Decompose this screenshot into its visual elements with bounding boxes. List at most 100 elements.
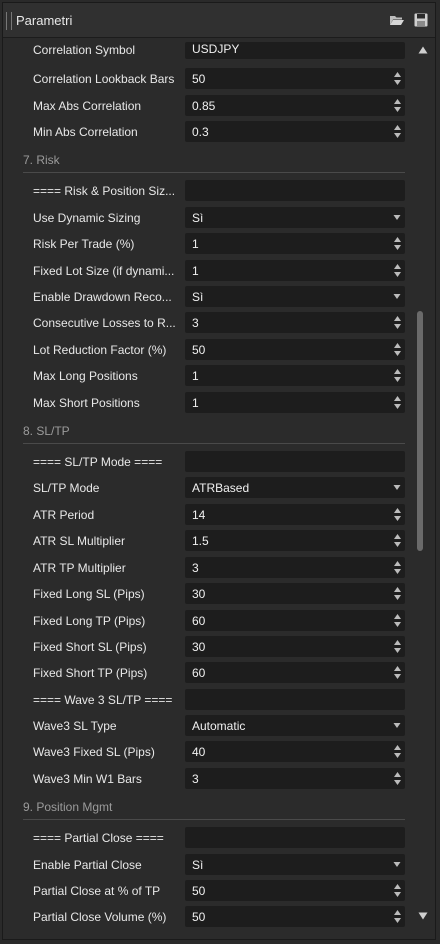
row-wave3-header: ==== Wave 3 SL/TP ==== bbox=[3, 687, 411, 713]
spinner-arrows-icon[interactable] bbox=[393, 368, 402, 383]
input-partial-header[interactable] bbox=[185, 827, 405, 848]
select-enable-partial[interactable]: Sì bbox=[185, 854, 405, 875]
label-wave3-fixed-sl: Wave3 Fixed SL (Pips) bbox=[33, 745, 155, 759]
spinner-arrows-icon[interactable] bbox=[393, 263, 402, 278]
spinner-arrows-icon[interactable] bbox=[393, 771, 402, 786]
spinner-arrows-icon[interactable] bbox=[393, 98, 402, 113]
select-wave3-sl-type[interactable]: Automatic bbox=[185, 715, 405, 736]
row-max-long: Max Long Positions 1 bbox=[3, 363, 411, 389]
value-wave3-min-w1: 3 bbox=[192, 772, 199, 786]
input-fixed-short-tp[interactable]: 60 bbox=[185, 662, 405, 683]
label-partial-at-tp: Partial Close at % of TP bbox=[33, 884, 161, 898]
label-use-dynamic-sizing: Use Dynamic Sizing bbox=[33, 211, 141, 225]
spinner-arrows-icon[interactable] bbox=[393, 560, 402, 575]
input-wave3-fixed-sl[interactable]: 40 bbox=[185, 741, 405, 762]
input-correlation-symbol[interactable]: USDJPY bbox=[185, 42, 405, 59]
value-max-long: 1 bbox=[192, 369, 199, 383]
input-max-short[interactable]: 1 bbox=[185, 392, 405, 413]
dropdown-arrow-icon[interactable] bbox=[393, 292, 401, 300]
spinner-arrows-icon[interactable] bbox=[393, 315, 402, 330]
label-fixed-short-sl: Fixed Short SL (Pips) bbox=[33, 640, 147, 654]
spinner-arrows-icon[interactable] bbox=[393, 744, 402, 759]
value-atr-tp-multiplier: 3 bbox=[192, 561, 199, 575]
label-wave3-min-w1: Wave3 Min W1 Bars bbox=[33, 772, 142, 786]
input-fixed-short-sl[interactable]: 30 bbox=[185, 636, 405, 657]
section-risk[interactable]: 7. Risk bbox=[23, 146, 405, 173]
row-risk-per-trade: Risk Per Trade (%) 1 bbox=[3, 231, 411, 257]
input-correlation-lookback[interactable]: 50 bbox=[185, 68, 405, 89]
label-fixed-short-tp: Fixed Short TP (Pips) bbox=[33, 666, 148, 680]
spinner-arrows-icon[interactable] bbox=[393, 236, 402, 251]
input-sltp-header[interactable] bbox=[185, 451, 405, 472]
label-partial-volume: Partial Close Volume (%) bbox=[33, 910, 167, 924]
input-lot-reduction[interactable]: 50 bbox=[185, 339, 405, 360]
input-wave3-header[interactable] bbox=[185, 689, 405, 710]
input-wave3-min-w1[interactable]: 3 bbox=[185, 768, 405, 789]
value-wave3-sl-type: Automatic bbox=[192, 719, 246, 733]
scroll-up-arrow-icon[interactable] bbox=[418, 45, 428, 55]
section-position-mgmt[interactable]: 9. Position Mgmt bbox=[23, 793, 405, 820]
input-risk-per-trade[interactable]: 1 bbox=[185, 233, 405, 254]
dropdown-arrow-icon[interactable] bbox=[393, 860, 401, 868]
scrollbar-thumb[interactable] bbox=[417, 311, 423, 551]
label-wave3-sl-type: Wave3 SL Type bbox=[33, 719, 117, 733]
input-risk-header[interactable] bbox=[185, 180, 405, 201]
spinner-arrows-icon[interactable] bbox=[393, 909, 402, 924]
drag-grip-icon[interactable] bbox=[6, 12, 12, 30]
open-folder-icon[interactable] bbox=[389, 12, 405, 28]
select-sltp-mode[interactable]: ATRBased bbox=[185, 477, 405, 498]
select-enable-drawdown[interactable]: Sì bbox=[185, 286, 405, 307]
input-atr-sl-multiplier[interactable]: 1.5 bbox=[185, 530, 405, 551]
row-partial-header: ==== Partial Close ==== bbox=[3, 825, 411, 851]
label-lot-reduction: Lot Reduction Factor (%) bbox=[33, 343, 167, 357]
spinner-arrows-icon[interactable] bbox=[393, 586, 402, 601]
parameters-list[interactable]: Correlation Symbol USDJPY Correlation Lo… bbox=[3, 38, 435, 927]
input-partial-at-tp[interactable]: 50 bbox=[185, 880, 405, 901]
spinner-arrows-icon[interactable] bbox=[393, 342, 402, 357]
save-icon[interactable] bbox=[413, 12, 429, 28]
input-fixed-long-sl[interactable]: 30 bbox=[185, 583, 405, 604]
label-wave3-header: ==== Wave 3 SL/TP ==== bbox=[33, 693, 173, 707]
value-fixed-long-tp: 60 bbox=[192, 614, 206, 628]
spinner-arrows-icon[interactable] bbox=[393, 507, 402, 522]
spinner-arrows-icon[interactable] bbox=[393, 665, 402, 680]
select-use-dynamic-sizing[interactable]: Sì bbox=[185, 207, 405, 228]
spinner-arrows-icon[interactable] bbox=[393, 613, 402, 628]
spinner-arrows-icon[interactable] bbox=[393, 71, 402, 86]
value-enable-drawdown: Sì bbox=[192, 290, 204, 304]
input-max-abs-correlation[interactable]: 0.85 bbox=[185, 95, 405, 116]
row-sltp-mode: SL/TP Mode ATRBased bbox=[3, 475, 411, 501]
dropdown-arrow-icon[interactable] bbox=[393, 213, 401, 221]
label-max-short: Max Short Positions bbox=[33, 396, 140, 410]
spinner-arrows-icon[interactable] bbox=[393, 883, 402, 898]
value-enable-partial: Sì bbox=[192, 858, 204, 872]
spinner-arrows-icon[interactable] bbox=[393, 124, 402, 139]
dropdown-arrow-icon[interactable] bbox=[393, 721, 401, 729]
input-fixed-long-tp[interactable]: 60 bbox=[185, 610, 405, 631]
panel-titlebar[interactable]: Parametri bbox=[3, 3, 435, 38]
input-fixed-lot-size[interactable]: 1 bbox=[185, 260, 405, 281]
row-min-abs-correlation: Min Abs Correlation 0.3 bbox=[3, 119, 411, 145]
spinner-arrows-icon[interactable] bbox=[393, 533, 402, 548]
value-min-abs-correlation: 0.3 bbox=[192, 125, 209, 139]
input-max-long[interactable]: 1 bbox=[185, 365, 405, 386]
value-partial-at-tp: 50 bbox=[192, 884, 206, 898]
spinner-arrows-icon[interactable] bbox=[393, 639, 402, 654]
input-atr-period[interactable]: 14 bbox=[185, 504, 405, 525]
parameters-panel: Parametri Correlation Symbol USDJPY Corr… bbox=[2, 2, 436, 940]
input-atr-tp-multiplier[interactable]: 3 bbox=[185, 557, 405, 578]
vertical-scrollbar[interactable] bbox=[415, 39, 431, 925]
row-max-short: Max Short Positions 1 bbox=[3, 390, 411, 416]
scroll-down-arrow-icon[interactable] bbox=[418, 911, 428, 921]
section-sltp[interactable]: 8. SL/TP bbox=[23, 417, 405, 444]
input-min-abs-correlation[interactable]: 0.3 bbox=[185, 121, 405, 142]
row-atr-tp-multiplier: ATR TP Multiplier 3 bbox=[3, 555, 411, 581]
row-fixed-long-tp: Fixed Long TP (Pips) 60 bbox=[3, 608, 411, 634]
dropdown-arrow-icon[interactable] bbox=[393, 483, 401, 491]
row-enable-partial: Enable Partial Close Sì bbox=[3, 852, 411, 878]
value-sltp-mode: ATRBased bbox=[192, 481, 250, 495]
spinner-arrows-icon[interactable] bbox=[393, 395, 402, 410]
row-lot-reduction: Lot Reduction Factor (%) 50 bbox=[3, 337, 411, 363]
input-consecutive-losses[interactable]: 3 bbox=[185, 312, 405, 333]
input-partial-volume[interactable]: 50 bbox=[185, 906, 405, 927]
